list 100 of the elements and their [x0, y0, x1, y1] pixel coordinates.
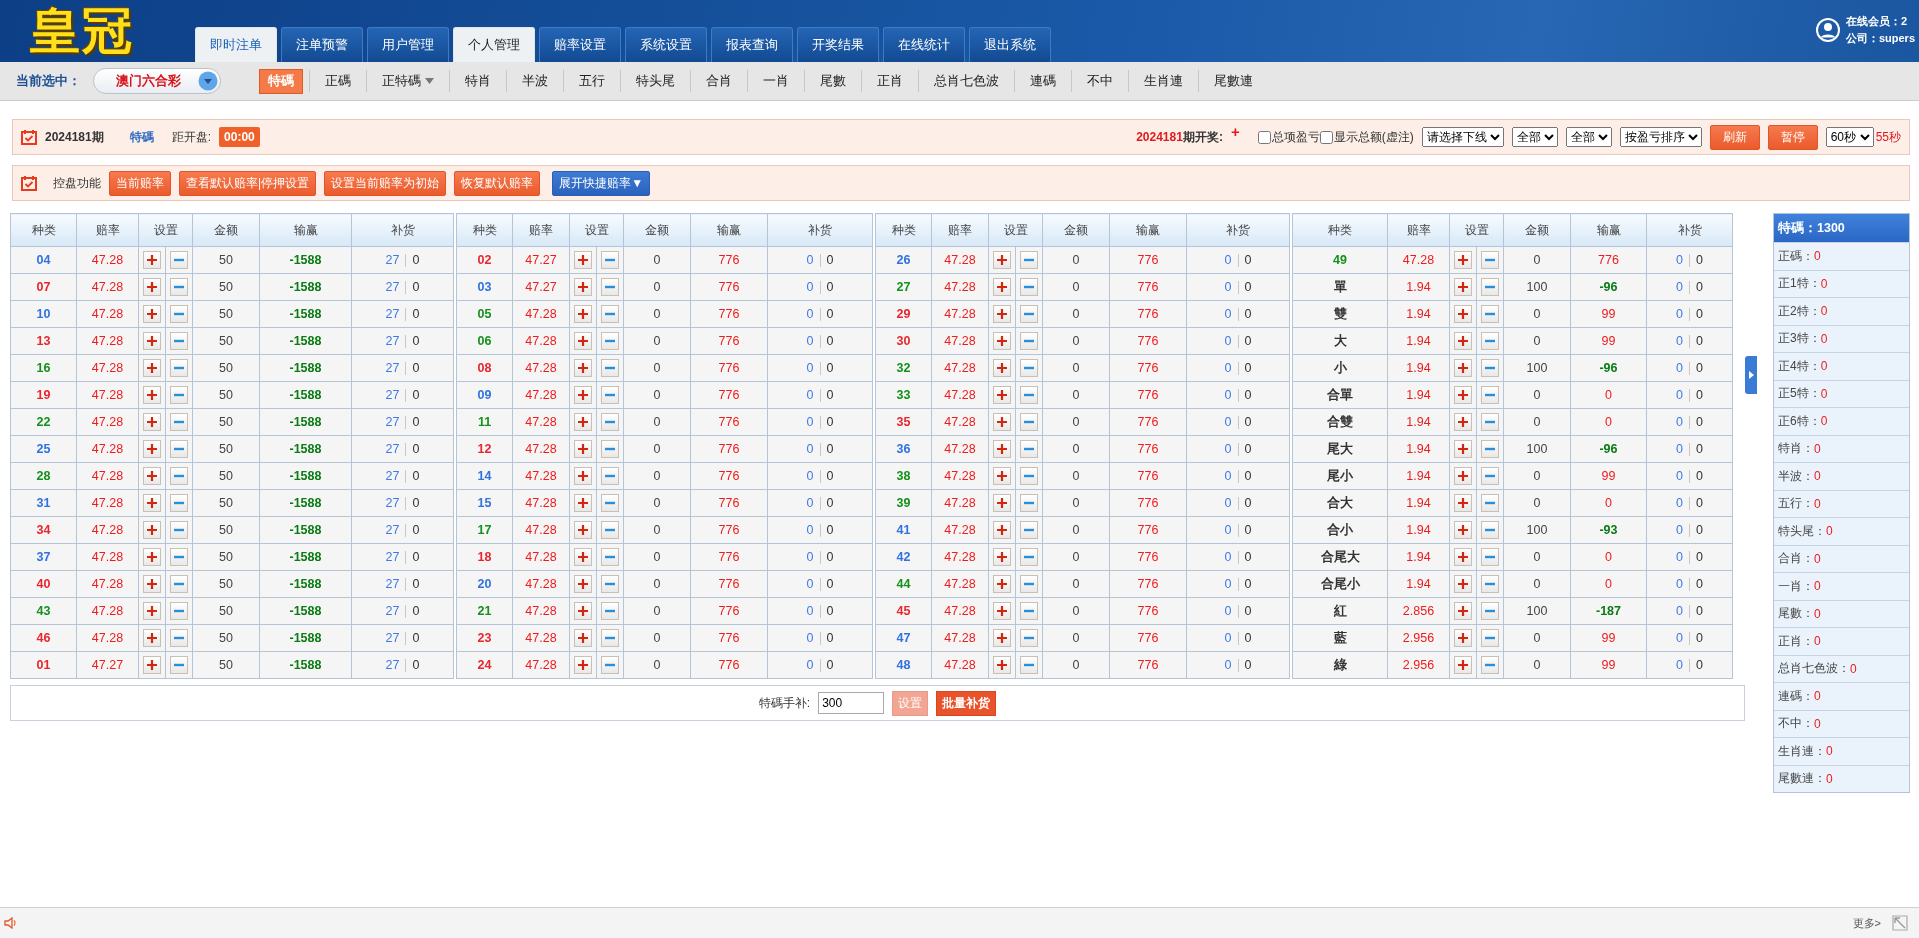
increase-button[interactable]	[993, 251, 1011, 269]
increase-button[interactable]	[143, 413, 161, 431]
increase-button[interactable]	[1454, 386, 1472, 404]
decrease-button[interactable]	[170, 494, 188, 512]
decrease-button[interactable]	[170, 440, 188, 458]
filter-select[interactable]: 全部	[1565, 127, 1612, 147]
decrease-button[interactable]	[1481, 440, 1499, 458]
decrease-button[interactable]	[601, 278, 619, 296]
category-tab[interactable]: 正肖	[868, 68, 912, 94]
decrease-button[interactable]	[1481, 359, 1499, 377]
category-tab[interactable]: 特肖	[456, 68, 500, 94]
lottery-select[interactable]: 澳门六合彩	[93, 68, 221, 94]
refill-button[interactable]: 批量补货	[936, 690, 997, 716]
decrease-button[interactable]	[601, 440, 619, 458]
increase-button[interactable]	[993, 413, 1011, 431]
category-tab[interactable]: 生肖連	[1135, 68, 1192, 94]
increase-button[interactable]	[1454, 575, 1472, 593]
increase-button[interactable]	[143, 548, 161, 566]
increase-button[interactable]	[1454, 548, 1472, 566]
decrease-button[interactable]	[1481, 278, 1499, 296]
increase-button[interactable]	[1454, 629, 1472, 647]
filter-select[interactable]: 请选择下线	[1421, 127, 1504, 147]
decrease-button[interactable]	[1020, 629, 1038, 647]
increase-button[interactable]	[993, 440, 1011, 458]
interval-select[interactable]: 60秒	[1825, 127, 1874, 147]
decrease-button[interactable]	[1481, 251, 1499, 269]
increase-button[interactable]	[1454, 278, 1472, 296]
decrease-button[interactable]	[1020, 278, 1038, 296]
category-tab[interactable]: 尾數	[811, 68, 855, 94]
increase-button[interactable]	[143, 332, 161, 350]
decrease-button[interactable]	[1481, 548, 1499, 566]
decrease-button[interactable]	[170, 548, 188, 566]
nav-tab[interactable]: 报表查询	[711, 27, 793, 62]
decrease-button[interactable]	[601, 467, 619, 485]
decrease-button[interactable]	[601, 656, 619, 674]
increase-button[interactable]	[574, 332, 592, 350]
increase-button[interactable]	[574, 494, 592, 512]
increase-button[interactable]	[143, 440, 161, 458]
category-tab[interactable]: 半波	[513, 68, 557, 94]
increase-button[interactable]	[993, 332, 1011, 350]
filter-select[interactable]: 按盈亏排序	[1619, 127, 1702, 147]
nav-tab[interactable]: 系统设置	[625, 27, 707, 62]
decrease-button[interactable]	[1020, 521, 1038, 539]
nav-tab[interactable]: 开奖结果	[797, 27, 879, 62]
decrease-button[interactable]	[1481, 413, 1499, 431]
decrease-button[interactable]	[1481, 521, 1499, 539]
decrease-button[interactable]	[1481, 467, 1499, 485]
decrease-button[interactable]	[601, 305, 619, 323]
increase-button[interactable]	[143, 629, 161, 647]
increase-button[interactable]	[143, 305, 161, 323]
decrease-button[interactable]	[1020, 440, 1038, 458]
panel-toggle[interactable]	[1745, 356, 1757, 394]
increase-button[interactable]	[993, 629, 1011, 647]
increase-button[interactable]	[143, 575, 161, 593]
increase-button[interactable]	[143, 521, 161, 539]
checkbox[interactable]	[1257, 130, 1271, 144]
category-tab[interactable]: 連碼	[1021, 68, 1065, 94]
more-link[interactable]: 更多>	[1852, 915, 1881, 931]
increase-button[interactable]	[1454, 305, 1472, 323]
decrease-button[interactable]	[1481, 305, 1499, 323]
decrease-button[interactable]	[1020, 656, 1038, 674]
increase-button[interactable]	[1454, 359, 1472, 377]
increase-button[interactable]	[993, 575, 1011, 593]
increase-button[interactable]	[993, 494, 1011, 512]
decrease-button[interactable]	[170, 629, 188, 647]
increase-button[interactable]	[574, 278, 592, 296]
increase-button[interactable]	[1454, 602, 1472, 620]
decrease-button[interactable]	[170, 413, 188, 431]
increase-button[interactable]	[993, 305, 1011, 323]
decrease-button[interactable]	[170, 251, 188, 269]
decrease-button[interactable]	[170, 386, 188, 404]
nav-tab[interactable]: 赔率设置	[539, 27, 621, 62]
decrease-button[interactable]	[601, 413, 619, 431]
increase-button[interactable]	[1454, 251, 1472, 269]
increase-button[interactable]	[143, 359, 161, 377]
increase-button[interactable]	[574, 602, 592, 620]
increase-button[interactable]	[574, 359, 592, 377]
decrease-button[interactable]	[601, 251, 619, 269]
decrease-button[interactable]	[1020, 548, 1038, 566]
decrease-button[interactable]	[601, 575, 619, 593]
decrease-button[interactable]	[1481, 575, 1499, 593]
increase-button[interactable]	[574, 521, 592, 539]
decrease-button[interactable]	[170, 602, 188, 620]
increase-button[interactable]	[993, 467, 1011, 485]
decrease-button[interactable]	[601, 629, 619, 647]
category-tab[interactable]: 一肖	[754, 68, 798, 94]
category-tab[interactable]: 不中	[1078, 68, 1122, 94]
decrease-button[interactable]	[1481, 386, 1499, 404]
decrease-button[interactable]	[1020, 332, 1038, 350]
increase-button[interactable]	[574, 413, 592, 431]
decrease-button[interactable]	[601, 602, 619, 620]
increase-button[interactable]	[143, 656, 161, 674]
increase-button[interactable]	[574, 629, 592, 647]
decrease-button[interactable]	[1020, 467, 1038, 485]
decrease-button[interactable]	[170, 305, 188, 323]
decrease-button[interactable]	[601, 548, 619, 566]
increase-button[interactable]	[993, 278, 1011, 296]
category-tab[interactable]: 尾數連	[1205, 68, 1262, 94]
decrease-button[interactable]	[1020, 305, 1038, 323]
refill-input[interactable]: 300	[818, 692, 885, 714]
